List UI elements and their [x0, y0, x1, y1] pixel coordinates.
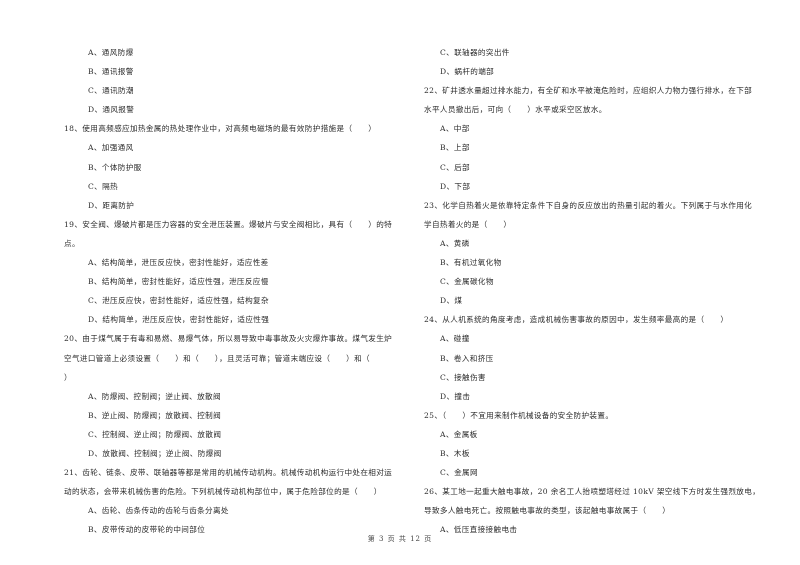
question-text-line: 空气进口管道上必须设置（ ）和（ ），且灵活可靠；管道末端应设（ ）和（ [64, 353, 371, 363]
question-text-line: 24、从人机系统的角度考虑，造成机械伤害事故的原因中，发生频率最高的是（ ） [424, 315, 729, 325]
answer-option: A、中部 [440, 124, 470, 134]
answer-option: C、通讯防潮 [88, 86, 134, 96]
question-text-line: 25、（ ）不宜用来制作机械设备的安全防护装置。 [424, 410, 614, 420]
answer-option: C、泄压反应快，密封性能好，适应性强，结构复杂 [88, 296, 269, 306]
answer-option: D、蜗杆的端部 [440, 67, 495, 77]
answer-option: C、后部 [440, 162, 470, 172]
question-text-line: 23、化学自热着火是依靠特定条件下自身的反应放出的热量引起的着火。下列属于与水作… [424, 200, 753, 210]
answer-option: C、金属碳化物 [440, 277, 494, 287]
answer-option: B、个体防护服 [88, 162, 142, 172]
answer-option: C、联轴器的突出件 [440, 48, 510, 57]
question-text-line: 导致多人触电死亡。按照触电事故的类型，该起触电事故属于（ ） [424, 506, 671, 516]
answer-option: C、控制阀、逆止阀；防爆阀、放散阀 [88, 429, 222, 439]
answer-option: B、逆止阀、防爆阀；放散阀、控制阀 [88, 410, 222, 420]
question-text-line: 21、齿轮、链条、皮带、联轴器等都是常用的机械传动机构。机械传动机构运行中处在相… [64, 468, 393, 478]
answer-option: B、上部 [440, 143, 470, 153]
answer-option: D、结构简单，泄压反应快，密封性能好，适应性强 [88, 315, 270, 325]
answer-option: A、金属板 [440, 429, 478, 439]
answer-option: A、黄磷 [440, 238, 470, 248]
answer-option: C、隔热 [88, 181, 118, 191]
right-column: C、联轴器的突出件 D、蜗杆的端部 22、矿井透水量超过排水能力，有全矿和水平被淹危… [424, 43, 774, 539]
question-text-line: 学自热着火的是（ ） [424, 219, 512, 229]
question-text-line: 20、由于煤气属于有毒和易燃、易爆气体，所以易导致中毒事故及火灾爆炸事故。煤气发… [64, 334, 393, 344]
answer-option: B、有机过氧化物 [440, 258, 502, 268]
answer-option: C、接触伤害 [440, 372, 486, 382]
answer-option: A、通风防爆 [88, 48, 134, 57]
question-text-line: 26、某工地一起重大触电事故，20 余名工人抬喷塑塔经过 10kV 架空线下方时… [424, 487, 761, 497]
answer-option: B、卷入和挤压 [440, 353, 494, 363]
question-text-line: ） [64, 372, 72, 382]
question-text-line: 点。 [64, 238, 80, 248]
answer-option: D、撞击 [440, 391, 471, 401]
answer-option: D、距离防护 [88, 200, 135, 210]
left-column: A、通风防爆 B、通讯报警 C、通讯防潮 D、通风报警 18、使用高频感应加热金属的热处… [64, 43, 409, 539]
question-text-line: 19、安全阀、爆破片都是压力容器的安全泄压装置。爆破片与安全阀相比，具有（ ）的… [64, 219, 393, 229]
question-text-line: 22、矿井透水量超过排水能力，有全矿和水平被淹危险时，应组织人力物力强行排水，在… [424, 86, 753, 96]
answer-option: A、防爆阀、控制阀；逆止阀、放散阀 [88, 391, 221, 401]
answer-option: D、下部 [440, 181, 471, 191]
answer-option: D、煤 [440, 296, 463, 306]
answer-option: B、通讯报警 [88, 67, 134, 77]
answer-option: A、加强通风 [88, 143, 134, 153]
answer-option: A、碰撞 [440, 334, 470, 344]
question-text-line: 水平人员撤出后，可向（ ）水平或采空区放水。 [424, 105, 607, 115]
page-number-footer: 第 3 页 共 12 页 [367, 535, 433, 543]
question-text-line: 动的状态，会带来机械伤害的危险。下列机械传动机构部位中，属于危险部位的是（ ） [64, 487, 382, 497]
answer-option: D、放散阀、控制阀；逆止阀、防爆阀 [88, 448, 222, 458]
answer-option: A、齿轮、齿条传动的齿轮与齿条分离处 [88, 506, 229, 516]
question-text-line: 18、使用高频感应加热金属的热处理作业中，对高频电磁场的最有效防护措施是（ ） [64, 124, 377, 134]
answer-option: C、金属网 [440, 468, 478, 478]
answer-option: B、结构简单，密封性能好，适应性强，泄压反应慢 [88, 277, 269, 287]
answer-option: B、木板 [440, 448, 470, 458]
answer-option: D、通风报警 [88, 105, 135, 115]
answer-option: A、结构简单，泄压反应快，密封性能好，适应性差 [88, 258, 269, 268]
